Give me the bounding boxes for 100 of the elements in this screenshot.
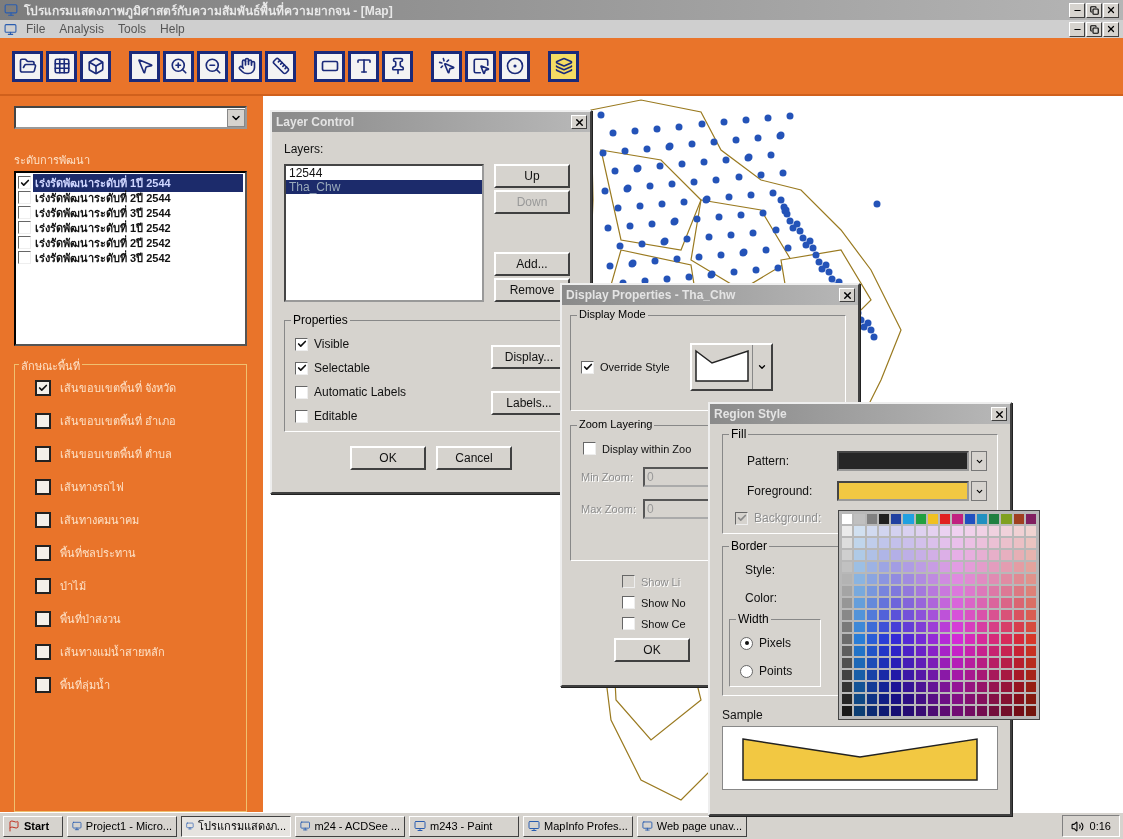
zoom-in-icon xyxy=(169,57,188,75)
checkbox[interactable] xyxy=(295,337,308,351)
checkbox[interactable] xyxy=(18,191,31,205)
menu-item[interactable]: Tools xyxy=(113,22,152,36)
close-button[interactable] xyxy=(1103,2,1119,18)
checkbox[interactable] xyxy=(35,512,51,529)
checkbox[interactable] xyxy=(295,361,308,375)
checkbox[interactable] xyxy=(35,479,51,496)
toolbar-button[interactable] xyxy=(465,50,496,82)
color-palette-drawing[interactable] xyxy=(838,510,1040,720)
toolbar-button[interactable] xyxy=(499,50,530,82)
menu-item[interactable]: Analysis xyxy=(54,22,110,36)
toolbar-button[interactable] xyxy=(12,50,43,82)
checkbox[interactable] xyxy=(18,206,31,220)
dialog-title: Region Style xyxy=(714,407,787,421)
pattern-picker[interactable] xyxy=(837,451,987,471)
list-item[interactable]: 12544 xyxy=(286,166,482,180)
toolbar-button[interactable] xyxy=(80,50,111,82)
taskbar-button[interactable]: โปรแกรมแสดงภ... xyxy=(181,815,291,837)
checkbox[interactable] xyxy=(35,545,51,562)
checkbox[interactable] xyxy=(18,251,31,265)
toolbar-button[interactable] xyxy=(265,50,296,82)
check-icon xyxy=(736,513,747,523)
list-item[interactable]: เร่งรัดพัฒนาระดับที่ 1ปี 2544 xyxy=(33,173,243,192)
group-title: Properties xyxy=(291,313,350,327)
toolbar-button[interactable] xyxy=(197,50,228,82)
group-title: Width xyxy=(736,612,771,626)
check-icon xyxy=(296,339,307,349)
radio-button[interactable] xyxy=(740,636,753,650)
checkbox[interactable] xyxy=(35,413,51,430)
checkbox[interactable] xyxy=(295,409,308,423)
dialog-button[interactable]: Cancel xyxy=(436,446,512,470)
checkbox[interactable] xyxy=(35,446,51,463)
check-icon xyxy=(296,363,307,373)
close-icon xyxy=(573,116,585,128)
text-icon xyxy=(354,57,373,75)
folder-icon xyxy=(18,57,37,75)
checkbox[interactable] xyxy=(583,442,596,455)
taskbar-button[interactable]: m24 - ACDSee ... xyxy=(295,815,405,837)
dialog-button[interactable]: Up xyxy=(494,164,570,188)
window-title: โปรแกรมแสดงภาพภูมิศาสตร์กับความสัมพันธ์พื้นที่ความยากจน - [Map] xyxy=(24,0,394,20)
taskbar-button[interactable]: Project1 - Micro... xyxy=(67,815,177,837)
toolbar-button[interactable] xyxy=(314,50,345,82)
field-label: Pattern: xyxy=(747,454,790,468)
menu-item[interactable]: Help xyxy=(155,22,190,36)
dialog-button[interactable]: OK xyxy=(350,446,426,470)
toolbar-button[interactable] xyxy=(46,50,77,82)
checkbox-label: Visible xyxy=(314,337,350,351)
checkbox[interactable] xyxy=(622,596,635,609)
close-button[interactable] xyxy=(839,288,855,302)
checkbox-label: เส้นขอบเขตพื้นที่ จังหวัด xyxy=(60,379,177,397)
minimize-button[interactable] xyxy=(1069,21,1085,37)
checkbox[interactable] xyxy=(18,236,31,250)
close-button[interactable] xyxy=(571,115,587,129)
menu-item[interactable]: File xyxy=(21,22,51,36)
checkbox[interactable] xyxy=(35,611,51,628)
checkbox[interactable] xyxy=(581,360,594,374)
group-title: Display Mode xyxy=(577,308,648,320)
style-picker[interactable] xyxy=(689,343,773,391)
close-button[interactable] xyxy=(991,407,1007,421)
toolbar-button[interactable] xyxy=(163,50,194,82)
checkbox[interactable] xyxy=(35,677,51,694)
checkbox[interactable] xyxy=(18,221,31,235)
start-button[interactable]: Start xyxy=(3,815,63,837)
document-icon xyxy=(4,22,17,36)
taskbar-button[interactable]: MapInfo Profes... xyxy=(523,815,633,837)
taskbar-button[interactable]: Web page unav... xyxy=(637,815,747,837)
toolbar-button[interactable] xyxy=(348,50,379,82)
toolbar-button[interactable] xyxy=(382,50,413,82)
toolbar-button[interactable] xyxy=(431,50,462,82)
field-label: Min Zoom: xyxy=(581,471,634,483)
checkbox-label: Background: xyxy=(754,511,822,525)
checkbox[interactable] xyxy=(18,176,31,190)
minimize-button[interactable] xyxy=(1069,2,1085,18)
app-icon xyxy=(4,3,18,17)
color-picker[interactable] xyxy=(837,481,987,501)
checkbox[interactable] xyxy=(35,380,51,397)
dialog-title: Layer Control xyxy=(276,115,354,129)
radio-button[interactable] xyxy=(740,664,753,678)
close-icon xyxy=(841,289,853,301)
toolbar-button[interactable] xyxy=(231,50,262,82)
group-title: Zoom Layering xyxy=(577,418,655,430)
field-label: Foreground: xyxy=(747,484,813,498)
flag-icon xyxy=(8,820,20,832)
toolbar-button[interactable] xyxy=(548,50,579,82)
checkbox-label: Selectable xyxy=(314,361,371,375)
list-item[interactable]: Tha_Chw xyxy=(286,180,482,194)
restore-button[interactable] xyxy=(1086,2,1102,18)
dialog-button[interactable]: Add... xyxy=(494,252,570,276)
checkbox[interactable] xyxy=(35,644,51,661)
toolbar-button[interactable] xyxy=(129,50,160,82)
checkbox[interactable] xyxy=(295,385,308,399)
restore-button[interactable] xyxy=(1086,21,1102,37)
checkbox[interactable] xyxy=(622,617,635,630)
sample-shape-icon xyxy=(742,735,978,781)
close-button[interactable] xyxy=(1103,21,1119,37)
dropdown[interactable] xyxy=(14,106,247,130)
checkbox[interactable] xyxy=(35,578,51,595)
dialog-button[interactable]: OK xyxy=(614,638,690,662)
taskbar-button[interactable]: m243 - Paint xyxy=(409,815,519,837)
